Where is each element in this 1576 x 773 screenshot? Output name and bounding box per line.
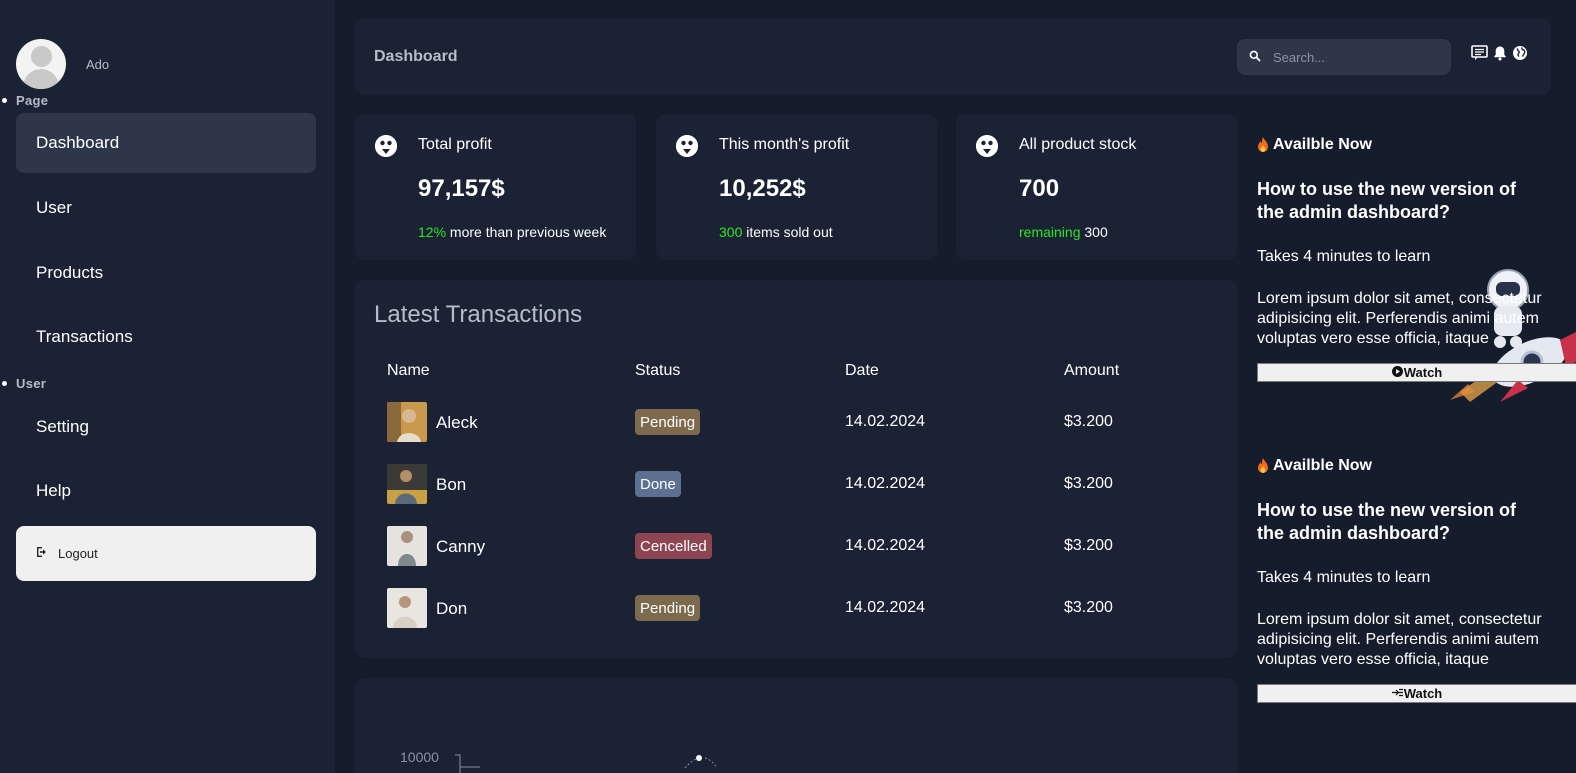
promo-card: Availble Now How to use the new version …	[1257, 457, 1576, 703]
status-badge: Pending	[635, 409, 701, 435]
sidebar: Ado Page Dashboard User Products Transac…	[0, 0, 335, 773]
topbar: Dashboard	[355, 18, 1551, 95]
fire-icon	[1257, 458, 1269, 474]
card-title: Total profit	[418, 136, 492, 153]
status-badge: Done	[635, 471, 681, 497]
play-icon	[1391, 365, 1403, 380]
promo-subtitle: Takes 4 minutes to learn	[1257, 569, 1431, 586]
promo-badge: Availble Now	[1257, 457, 1576, 475]
stat-card-product-stock: All product stock 700 remaining 300	[956, 114, 1237, 260]
status-badge: Pending	[635, 595, 701, 621]
table-row[interactable]: Don Pending 14.02.2024 $3.200	[355, 588, 1237, 628]
card-title: All product stock	[1019, 136, 1137, 153]
row-name: Aleck	[436, 413, 478, 432]
stats-icon	[976, 135, 998, 157]
logout-label: Logout	[58, 546, 98, 561]
row-name: Bon	[436, 475, 467, 494]
card-detail: 12% more than previous week	[418, 224, 606, 240]
column-header-amount: Amount	[1064, 362, 1120, 379]
promo-badge: Availble Now	[1257, 136, 1576, 154]
globe-icon[interactable]	[1512, 45, 1528, 66]
logout-icon	[36, 546, 48, 561]
arrow-right-icon	[1391, 688, 1403, 700]
promo-card: Availble Now How to use the new version …	[1257, 136, 1576, 382]
watch-button[interactable]: Watch	[1257, 684, 1576, 703]
row-name: Canny	[436, 537, 486, 556]
chart-canvas	[455, 754, 718, 773]
promo-headline: How to use the new version of the admin …	[1257, 500, 1517, 543]
user-profile[interactable]: Ado	[16, 39, 109, 89]
table-row[interactable]: Canny Cencelled 14.02.2024 $3.200	[355, 526, 1237, 566]
card-title: This month's profit	[719, 136, 850, 153]
search-box[interactable]	[1237, 39, 1451, 75]
sidebar-item-help[interactable]: Help	[16, 461, 316, 521]
card-detail-text: more than previous week	[446, 224, 607, 240]
topbar-icons	[1471, 45, 1528, 66]
table-row[interactable]: Bon Done 14.02.2024 $3.200	[355, 464, 1237, 504]
page-title: Dashboard	[374, 48, 458, 65]
promo-badge-label: Availble Now	[1273, 136, 1372, 153]
row-name: Don	[436, 599, 468, 618]
chat-icon[interactable]	[1471, 45, 1488, 66]
watch-button-label: Watch	[1403, 365, 1443, 380]
watch-button-label: Watch	[1403, 686, 1443, 701]
row-amount: $3.200	[1064, 599, 1113, 616]
card-highlight: remaining	[1019, 224, 1081, 240]
promo-description: Lorem ipsum dolor sit amet, consectetur …	[1257, 611, 1542, 668]
avatar	[16, 39, 66, 89]
latest-transactions: Latest Transactions Name Status Date Amo…	[355, 280, 1237, 658]
card-value: 700	[1019, 175, 1060, 202]
chart-point	[696, 755, 702, 761]
sidebar-item-user[interactable]: User	[16, 178, 316, 238]
section-title-page: Page	[1, 93, 49, 108]
sidebar-item-transactions[interactable]: Transactions	[16, 307, 316, 367]
transactions-title: Latest Transactions	[374, 301, 583, 328]
promo-subtitle: Takes 4 minutes to learn	[1257, 248, 1431, 265]
row-amount: $3.200	[1064, 537, 1113, 554]
search-icon	[1249, 50, 1261, 65]
column-header-date: Date	[845, 362, 879, 379]
section-title-user: User	[1, 376, 47, 391]
bell-icon[interactable]	[1492, 45, 1508, 66]
stats-icon	[676, 135, 698, 157]
user-photo	[387, 402, 427, 442]
table-row[interactable]: Aleck Pending 14.02.2024 $3.200	[355, 402, 1237, 442]
row-date: 14.02.2024	[845, 599, 926, 616]
card-highlight: 300	[719, 224, 743, 240]
column-header-status: Status	[635, 362, 681, 379]
stat-card-month-profit: This month's profit 10,252$ 300 items so…	[656, 114, 937, 260]
card-highlight: 12%	[418, 224, 447, 240]
card-detail-text: items sold out	[742, 224, 833, 240]
user-photo	[387, 464, 427, 504]
stats-icon	[375, 135, 397, 157]
search-input[interactable]	[1273, 49, 1433, 65]
sidebar-item-dashboard[interactable]: Dashboard	[16, 113, 316, 173]
card-value: 97,157$	[418, 175, 505, 202]
promo-headline: How to use the new version of the admin …	[1257, 179, 1517, 222]
chart-card: 10000	[355, 678, 1237, 773]
card-detail: remaining 300	[1019, 224, 1108, 240]
card-detail-text: 300	[1080, 224, 1108, 240]
logout-button[interactable]: Logout	[16, 526, 316, 581]
username: Ado	[86, 56, 110, 72]
watch-button[interactable]: Watch	[1257, 363, 1576, 382]
user-photo	[387, 588, 427, 628]
row-date: 14.02.2024	[845, 413, 926, 430]
card-value: 10,252$	[719, 175, 806, 202]
promo-description: Lorem ipsum dolor sit amet, consectetur …	[1257, 290, 1542, 347]
stat-card-total-profit: Total profit 97,157$ 12% more than previ…	[355, 114, 636, 260]
promo-badge-label: Availble Now	[1273, 457, 1372, 474]
status-badge: Cencelled	[635, 533, 712, 559]
row-amount: $3.200	[1064, 475, 1113, 492]
user-photo	[387, 526, 427, 566]
column-header-name: Name	[387, 362, 430, 379]
sidebar-item-setting[interactable]: Setting	[16, 397, 316, 457]
row-date: 14.02.2024	[845, 475, 926, 492]
fire-icon	[1257, 137, 1269, 153]
sidebar-item-products[interactable]: Products	[16, 243, 316, 303]
row-date: 14.02.2024	[845, 537, 926, 554]
card-detail: 300 items sold out	[719, 224, 833, 240]
row-amount: $3.200	[1064, 413, 1113, 430]
